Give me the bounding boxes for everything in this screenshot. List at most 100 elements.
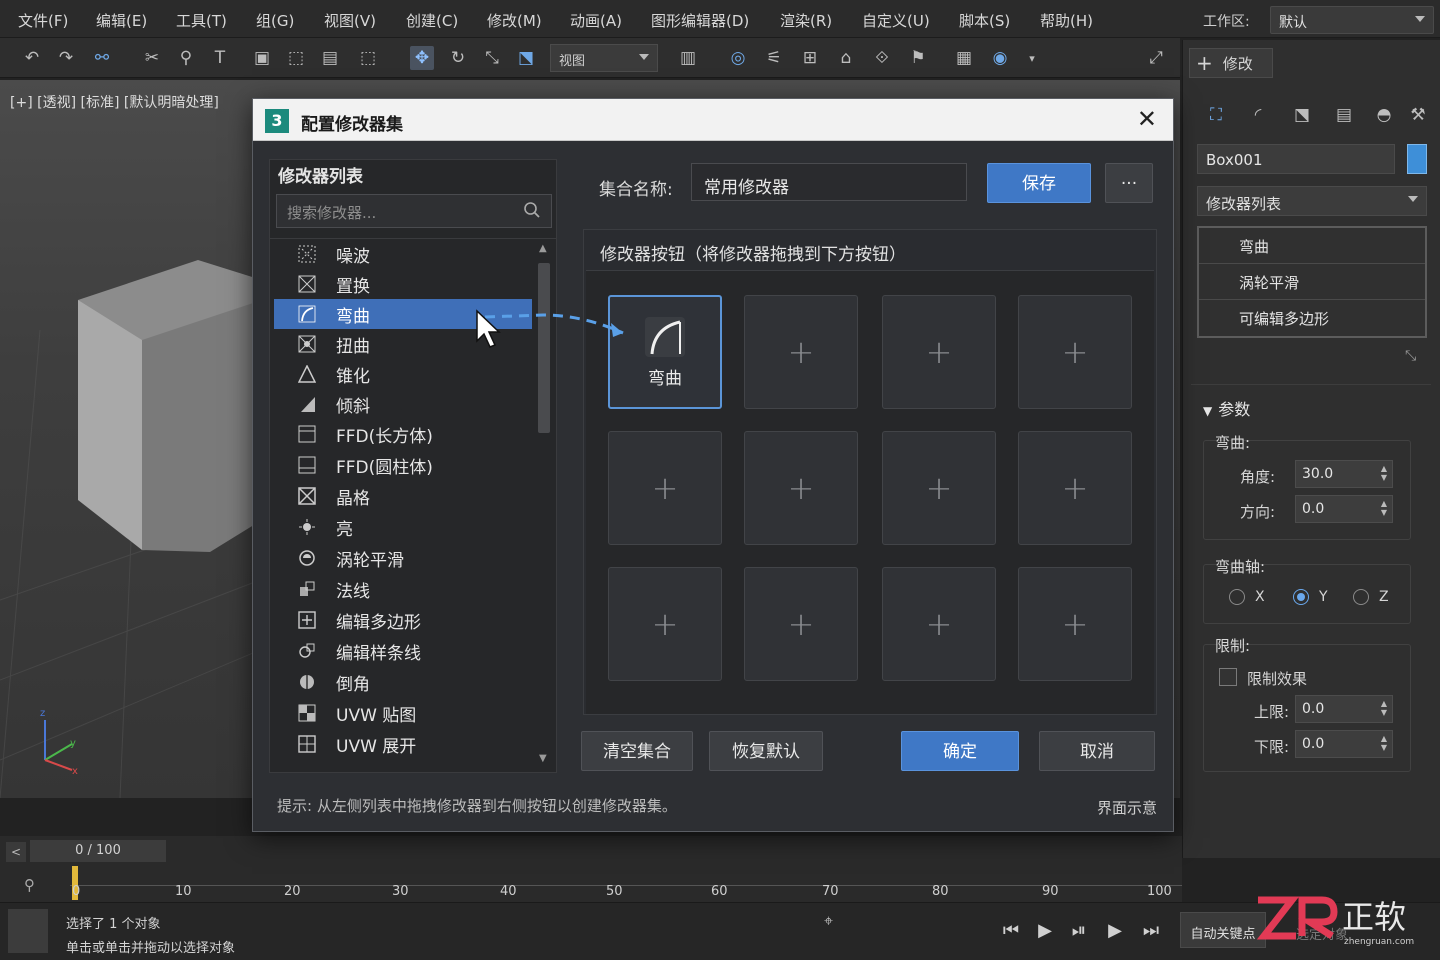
reference-coord-select[interactable]: 视图: [550, 44, 658, 72]
cancel-button[interactable]: 取消: [1039, 731, 1155, 771]
unlink-icon[interactable]: ✂: [140, 46, 164, 70]
object-color-swatch[interactable]: [1407, 144, 1427, 174]
scale-icon[interactable]: ⤡: [480, 46, 504, 70]
move-icon[interactable]: ✥: [410, 46, 434, 70]
next-key-icon[interactable]: ⏯: [1068, 918, 1090, 942]
list-item[interactable]: 锥化: [274, 359, 532, 389]
list-item[interactable]: 晶格: [274, 481, 532, 511]
more-tools-icon[interactable]: ▾: [1020, 46, 1044, 70]
rotate-icon[interactable]: ↻: [446, 46, 470, 70]
menu-animation[interactable]: 动画(A): [570, 10, 622, 31]
display-panel-icon[interactable]: ◓: [1371, 104, 1397, 126]
more-options-button[interactable]: ···: [1105, 163, 1153, 203]
stack-item[interactable]: 可编辑多边形: [1199, 300, 1425, 336]
window-crossing-icon[interactable]: ⬚: [356, 46, 380, 70]
list-item[interactable]: 涡轮平滑: [274, 543, 532, 573]
undo-icon[interactable]: ↶: [20, 46, 44, 70]
modifier-list-dropdown[interactable]: 修改器列表: [1197, 186, 1427, 216]
list-item[interactable]: FFD(长方体): [274, 419, 532, 449]
place-icon[interactable]: ⬔: [514, 46, 538, 70]
clear-set-button[interactable]: 清空集合: [581, 731, 693, 771]
close-icon[interactable]: ✕: [1137, 107, 1157, 131]
modifier-slot-empty[interactable]: +: [1018, 295, 1132, 409]
spinner-arrows-icon[interactable]: ▲ ▼: [1381, 499, 1387, 517]
list-item[interactable]: 倒角: [274, 667, 532, 697]
align-icon[interactable]: ⚑: [906, 46, 930, 70]
create-panel-icon[interactable]: ⛶: [1203, 104, 1229, 126]
menu-help[interactable]: 帮助(H): [1040, 10, 1093, 31]
mini-curve-editor-icon[interactable]: ⚲: [24, 876, 35, 894]
object-name-field[interactable]: Box001: [1197, 144, 1395, 174]
modifier-slot-empty[interactable]: +: [1018, 431, 1132, 545]
menu-group[interactable]: 组(G): [256, 10, 294, 31]
modifier-slot-empty[interactable]: +: [608, 431, 722, 545]
list-item[interactable]: UVW 展开: [274, 729, 532, 759]
angle-spinner[interactable]: 30.0 ▲ ▼: [1295, 460, 1393, 488]
motion-panel-icon[interactable]: ▤: [1331, 104, 1357, 126]
crosshair-icon[interactable]: ⌖: [824, 911, 833, 931]
snap-icon[interactable]: ◎: [726, 46, 750, 70]
search-icon[interactable]: [523, 201, 541, 219]
menu-modify[interactable]: 修改(M): [487, 10, 542, 31]
reset-default-button[interactable]: 恢复默认: [709, 731, 823, 771]
select-region-icon[interactable]: ⬚: [284, 46, 308, 70]
list-item[interactable]: 噪波: [274, 239, 532, 269]
modifier-slot-empty[interactable]: +: [608, 567, 722, 681]
prev-frame-arrow-icon[interactable]: <: [6, 842, 26, 862]
spinner-arrows-icon[interactable]: ▲ ▼: [1381, 699, 1387, 717]
list-item[interactable]: 倾斜: [274, 389, 532, 419]
list-item[interactable]: 编辑样条线: [274, 636, 532, 666]
menu-edit[interactable]: 编辑(E): [96, 10, 147, 31]
next-frame-icon[interactable]: ▶: [1104, 918, 1126, 942]
ok-button[interactable]: 确定: [901, 731, 1019, 771]
set-name-input[interactable]: 常用修改器: [691, 163, 967, 201]
spinner-arrows-icon[interactable]: ▲ ▼: [1381, 734, 1387, 752]
track-bar[interactable]: [70, 866, 1182, 900]
spinner-snap-icon[interactable]: ⌂: [834, 46, 858, 70]
modifier-slot-empty[interactable]: +: [882, 567, 996, 681]
menu-graph-editors[interactable]: 图形编辑器(D): [651, 10, 749, 31]
menu-scripting[interactable]: 脚本(S): [959, 10, 1010, 31]
list-item[interactable]: 亮: [274, 512, 532, 542]
modifier-slot-empty[interactable]: +: [744, 295, 858, 409]
menu-customize[interactable]: 自定义(U): [862, 10, 930, 31]
axis-x-radio[interactable]: [1229, 589, 1245, 605]
limit-effect-checkbox[interactable]: [1219, 668, 1237, 686]
modifier-slot-empty[interactable]: +: [882, 431, 996, 545]
select-by-name-icon[interactable]: ▤: [318, 46, 342, 70]
menu-view[interactable]: 视图(V): [324, 10, 376, 31]
stack-item[interactable]: 弯曲: [1199, 228, 1425, 264]
goto-end-icon[interactable]: ⏭: [1140, 918, 1162, 942]
text-tool-icon[interactable]: T: [208, 46, 232, 70]
maxscript-listener-thumb[interactable]: [8, 909, 48, 953]
layer-explorer-icon[interactable]: ▦: [952, 46, 976, 70]
redo-icon[interactable]: ↷: [54, 46, 78, 70]
lower-limit-spinner[interactable]: 0.0 ▲ ▼: [1295, 730, 1393, 758]
tab-modify[interactable]: + 修改: [1189, 48, 1273, 78]
upper-limit-spinner[interactable]: 0.0 ▲ ▼: [1295, 695, 1393, 723]
scene-explorer-icon[interactable]: ◉: [988, 46, 1012, 70]
menu-create[interactable]: 创建(C): [406, 10, 458, 31]
list-item[interactable]: UVW 贴图: [274, 698, 532, 728]
select-object-icon[interactable]: ▣: [250, 46, 274, 70]
dialog-title-bar[interactable]: 3 配置修改器集 ✕: [253, 99, 1173, 141]
params-rollout-header[interactable]: ▼ 参数: [1203, 396, 1250, 420]
hierarchy-panel-icon[interactable]: ⬔: [1289, 104, 1315, 126]
menu-rendering[interactable]: 渲染(R): [780, 10, 832, 31]
spinner-arrows-icon[interactable]: ▲ ▼: [1381, 464, 1387, 482]
mirror-icon[interactable]: ⟐: [870, 46, 894, 70]
modify-panel-icon[interactable]: ◜: [1245, 104, 1271, 126]
goto-start-icon[interactable]: ⏮: [1000, 918, 1022, 942]
angle-snap-icon[interactable]: ⚟: [762, 46, 786, 70]
search-input[interactable]: 搜索修改器...: [276, 194, 552, 228]
pivot-center-icon[interactable]: ▥: [676, 46, 700, 70]
modifier-slot-empty[interactable]: +: [882, 295, 996, 409]
list-item[interactable]: 编辑多边形: [274, 605, 532, 635]
resize-icon[interactable]: ⤡: [1405, 348, 1416, 364]
scroll-up-icon[interactable]: ▲: [539, 243, 547, 254]
direction-spinner[interactable]: 0.0 ▲ ▼: [1295, 495, 1393, 523]
list-item[interactable]: FFD(圆柱体): [274, 450, 532, 480]
bind-spacewarp-icon[interactable]: ⚲: [174, 46, 198, 70]
workspace-select[interactable]: 默认: [1270, 6, 1434, 34]
menu-tools[interactable]: 工具(T): [176, 10, 227, 31]
